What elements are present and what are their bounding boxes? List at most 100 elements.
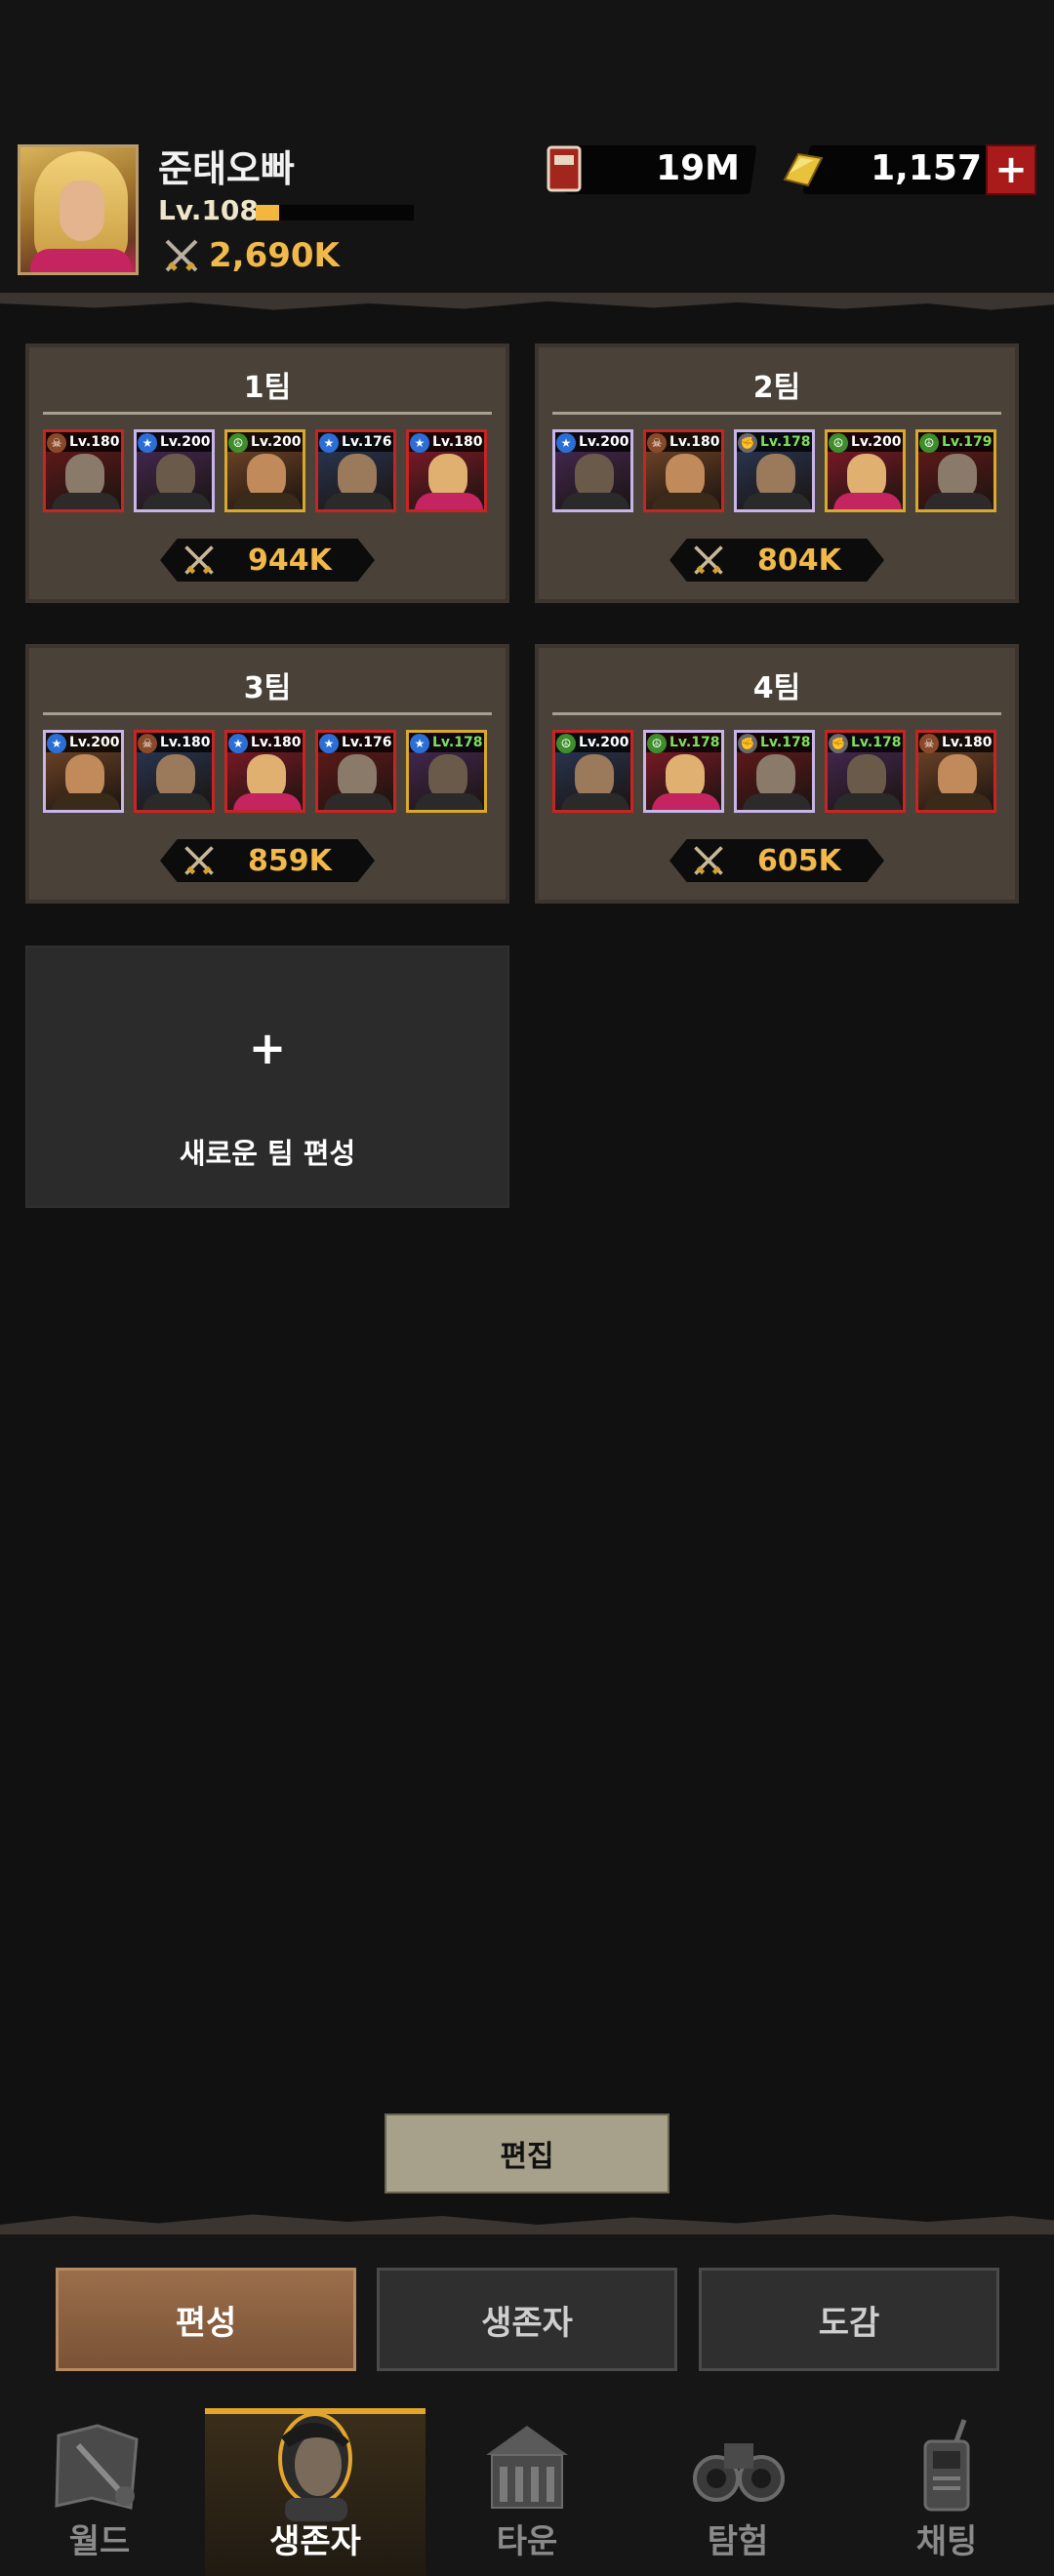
walkie-talkie-icon [923, 2419, 970, 2512]
fist-faction-icon: ✊ [738, 734, 757, 753]
survivor-portrait[interactable]: Lv.180 ☠ [43, 429, 124, 512]
nav-chat-label: 채팅 [915, 2522, 978, 2561]
add-gold-button[interactable]: + [986, 144, 1036, 195]
survivor-portrait[interactable]: Lv.179 ☮ [915, 429, 996, 512]
star-faction-icon: ★ [556, 433, 576, 453]
peace-faction-icon: ☮ [829, 433, 848, 453]
currency-book-value: 19M [656, 148, 740, 188]
team-power-value: 804K [757, 543, 841, 578]
skull-faction-icon: ☠ [919, 734, 939, 753]
team-title: 3팀 [243, 671, 292, 705]
survivor-portrait[interactable]: Lv.180 ☠ [643, 429, 724, 512]
team-divider [552, 412, 1001, 415]
binoculars-icon [693, 2443, 785, 2502]
team-card-1[interactable]: 1팀 Lv.180 ☠ Lv.200 ★ Lv.200 ☮ Lv.176 ★ Lv.180 ★ 944… [25, 343, 509, 603]
player-power-value: 2,690K [209, 236, 340, 275]
crossed-swords-icon [694, 545, 723, 575]
plus-icon: + [248, 1022, 287, 1074]
star-faction-icon: ★ [410, 734, 429, 753]
nav-explore[interactable]: 탐험 [658, 2408, 818, 2576]
crossed-swords-icon [184, 545, 214, 575]
profile-header: 준태오빠 Lv.108 2,690K 19M 1,157 + [0, 0, 1054, 302]
nav-world[interactable]: 월드 [20, 2408, 180, 2576]
survivor-portrait[interactable]: Lv.180 ☠ [134, 730, 215, 813]
team-power: 804K [669, 539, 884, 582]
nav-explore-label: 탐험 [707, 2522, 769, 2561]
survivor-portrait[interactable]: Lv.178 ✊ [825, 730, 906, 813]
star-faction-icon: ★ [138, 433, 157, 453]
survivor-portrait-icon [278, 2412, 352, 2521]
survivor-portrait[interactable]: Lv.180 ☠ [915, 730, 996, 813]
nav-survivors-label: 생존자 [269, 2522, 361, 2561]
survivor-portrait[interactable]: Lv.200 ☮ [552, 730, 633, 813]
player-avatar[interactable] [18, 144, 139, 275]
survivor-portrait[interactable]: Lv.176 ★ [315, 730, 396, 813]
team-divider [552, 712, 1001, 715]
tab-encyclopedia[interactable]: 도감 [699, 2268, 999, 2371]
player-level: Lv.108 [158, 194, 259, 226]
currency-gold-value: 1,157 [871, 148, 982, 188]
team-title: 1팀 [243, 371, 292, 405]
nav-world-label: 월드 [68, 2522, 131, 2561]
survivor-portrait[interactable]: Lv.178 ✊ [734, 730, 815, 813]
team-power: 859K [160, 839, 375, 882]
team-card-4[interactable]: 4팀 Lv.200 ☮ Lv.178 ☮ Lv.178 ✊ Lv.178 ✊ Lv.180 ☠ 605… [535, 644, 1019, 904]
skull-faction-icon: ☠ [138, 734, 157, 753]
star-faction-icon: ★ [228, 734, 248, 753]
team-power-value: 859K [248, 844, 332, 878]
bottom-divider [0, 2214, 1054, 2236]
survivor-portrait[interactable]: Lv.178 ★ [406, 730, 487, 813]
team-card-2[interactable]: 2팀 Lv.200 ★ Lv.180 ☠ Lv.178 ✊ Lv.200 ☮ Lv.179 ☮ 804… [535, 343, 1019, 603]
survivor-portrait[interactable]: Lv.178 ✊ [734, 429, 815, 512]
survivor-portrait[interactable]: Lv.200 ★ [552, 429, 633, 512]
skull-faction-icon: ☠ [47, 433, 66, 453]
survivor-portrait[interactable]: Lv.180 ★ [406, 429, 487, 512]
survivor-portrait[interactable]: Lv.200 ☮ [224, 429, 305, 512]
crossed-swords-icon [165, 239, 198, 272]
nav-survivors[interactable]: 생존자 [205, 2408, 426, 2576]
survivor-portrait[interactable]: Lv.180 ★ [224, 730, 305, 813]
fist-faction-icon: ✊ [738, 433, 757, 453]
currency-book: 19M [539, 140, 757, 198]
gold-bar-icon [783, 152, 824, 187]
team-card-3[interactable]: 3팀 Lv.200 ★ Lv.180 ☠ Lv.180 ★ Lv.176 ★ Lv.178 ★ 859… [25, 644, 509, 904]
nav-town[interactable]: 타운 [447, 2408, 607, 2576]
survivor-portrait[interactable]: Lv.176 ★ [315, 429, 396, 512]
team-divider [43, 412, 492, 415]
team-power-value: 944K [248, 543, 332, 578]
xp-bar [256, 205, 414, 221]
player-name: 준태오빠 [158, 147, 295, 190]
survivor-portrait[interactable]: Lv.200 ★ [43, 730, 124, 813]
edit-button[interactable]: 편집 [385, 2113, 669, 2194]
crossed-swords-icon [694, 846, 723, 875]
currency-gold: 1,157 + [777, 140, 1038, 198]
team-title: 4팀 [752, 671, 801, 705]
nav-town-label: 타운 [496, 2522, 558, 2561]
team-members: Lv.180 ☠ Lv.200 ★ Lv.200 ☮ Lv.176 ★ Lv.180 ★ [43, 429, 487, 512]
nav-chat[interactable]: 채팅 [867, 2408, 1027, 2576]
survivor-portrait[interactable]: Lv.200 ★ [134, 429, 215, 512]
header-divider [0, 293, 1054, 310]
tab-formation[interactable]: 편성 [56, 2268, 356, 2371]
star-faction-icon: ★ [47, 734, 66, 753]
new-team-card[interactable]: + 새로운 팀 편성 [25, 946, 509, 1208]
team-title: 2팀 [752, 371, 801, 405]
crossed-swords-icon [184, 846, 214, 875]
fist-faction-icon: ✊ [829, 734, 848, 753]
survivor-portrait[interactable]: Lv.178 ☮ [643, 730, 724, 813]
star-faction-icon: ★ [319, 433, 339, 453]
team-members: Lv.200 ☮ Lv.178 ☮ Lv.178 ✊ Lv.178 ✊ Lv.180 ☠ [552, 730, 996, 813]
team-power: 944K [160, 539, 375, 582]
peace-faction-icon: ☮ [556, 734, 576, 753]
player-power: 2,690K [162, 236, 340, 275]
team-divider [43, 712, 492, 715]
book-icon [547, 145, 582, 192]
peace-faction-icon: ☮ [919, 433, 939, 453]
team-power-value: 605K [757, 844, 841, 878]
survivor-portrait[interactable]: Lv.200 ☮ [825, 429, 906, 512]
peace-faction-icon: ☮ [647, 734, 667, 753]
tab-survivors[interactable]: 생존자 [377, 2268, 677, 2371]
peace-faction-icon: ☮ [228, 433, 248, 453]
skull-faction-icon: ☠ [647, 433, 667, 453]
star-faction-icon: ★ [319, 734, 339, 753]
